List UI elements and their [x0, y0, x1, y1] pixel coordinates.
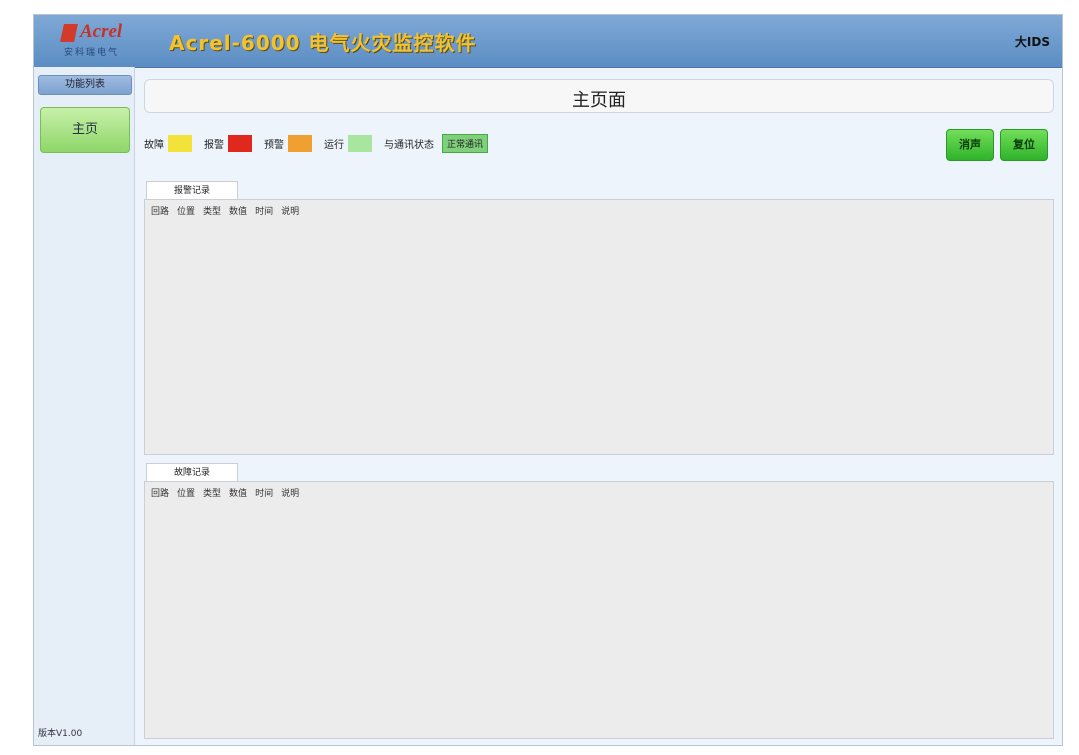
tab-alarm-records[interactable]: 报警记录 [146, 181, 238, 200]
column-header[interactable]: 回路 [151, 204, 169, 217]
version-label: 版本V1.00 [38, 729, 83, 739]
column-header[interactable]: 类型 [203, 486, 221, 499]
logo-icon [60, 24, 78, 42]
silence-button[interactable]: 消声 [946, 129, 994, 161]
fault-records-panel: 回路 位置 类型 数值 时间 说明 [144, 481, 1054, 739]
sidebar: 功能列表 主页 版本V1.00 [34, 67, 135, 745]
app-title: Acrel-6000 电气火灾监控软件 [169, 31, 477, 55]
logo-text: Acrel [80, 21, 123, 42]
header-bar: Acrel 安科瑞电气 Acrel-6000 电气火灾监控软件 大IDS [34, 15, 1062, 68]
column-header[interactable]: 数值 [229, 486, 247, 499]
sidebar-item-home[interactable]: 主页 [40, 107, 130, 153]
sidebar-section-header: 功能列表 [38, 75, 132, 95]
reset-button[interactable]: 复位 [1000, 129, 1048, 161]
user-name[interactable]: 大IDS [1015, 33, 1050, 50]
page-title-box: 主页面 [144, 79, 1054, 113]
app-window: Acrel 安科瑞电气 Acrel-6000 电气火灾监控软件 大IDS 功能列… [33, 14, 1063, 746]
column-header[interactable]: 类型 [203, 204, 221, 217]
legend-swatch-alarm [228, 134, 252, 152]
main-area: 主页面 故障 报警 预警 运行 与通讯状态 正常通讯 消声 复位 报警记录 回路… [140, 73, 1054, 739]
logo-subtitle: 安科瑞电气 [64, 48, 120, 58]
column-header[interactable]: 说明 [281, 204, 299, 217]
column-header[interactable]: 位置 [177, 204, 195, 217]
legend-label-running: 运行 [324, 139, 344, 151]
column-header[interactable]: 回路 [151, 486, 169, 499]
legend-swatch-prealarm [288, 134, 312, 152]
alarm-columns-header: 回路 位置 类型 数值 时间 说明 [151, 204, 299, 217]
column-header[interactable]: 数值 [229, 204, 247, 217]
column-header[interactable]: 时间 [255, 486, 273, 499]
alarm-records-panel: 回路 位置 类型 数值 时间 说明 [144, 199, 1054, 455]
network-status-label: 与通讯状态 [384, 139, 434, 151]
legend-label-fault: 故障 [144, 139, 164, 151]
fault-columns-header: 回路 位置 类型 数值 时间 说明 [151, 486, 299, 499]
tab-fault-records[interactable]: 故障记录 [146, 463, 238, 482]
column-header[interactable]: 时间 [255, 204, 273, 217]
column-header[interactable]: 说明 [281, 486, 299, 499]
status-legend: 故障 报警 预警 运行 与通讯状态 正常通讯 [144, 133, 489, 153]
column-header[interactable]: 位置 [177, 486, 195, 499]
network-status-badge: 正常通讯 [442, 133, 489, 153]
page-title: 主页面 [572, 90, 626, 111]
legend-swatch-running [348, 134, 372, 152]
legend-swatch-fault [168, 134, 192, 152]
legend-label-prealarm: 预警 [264, 139, 284, 151]
legend-label-alarm: 报警 [204, 139, 224, 151]
